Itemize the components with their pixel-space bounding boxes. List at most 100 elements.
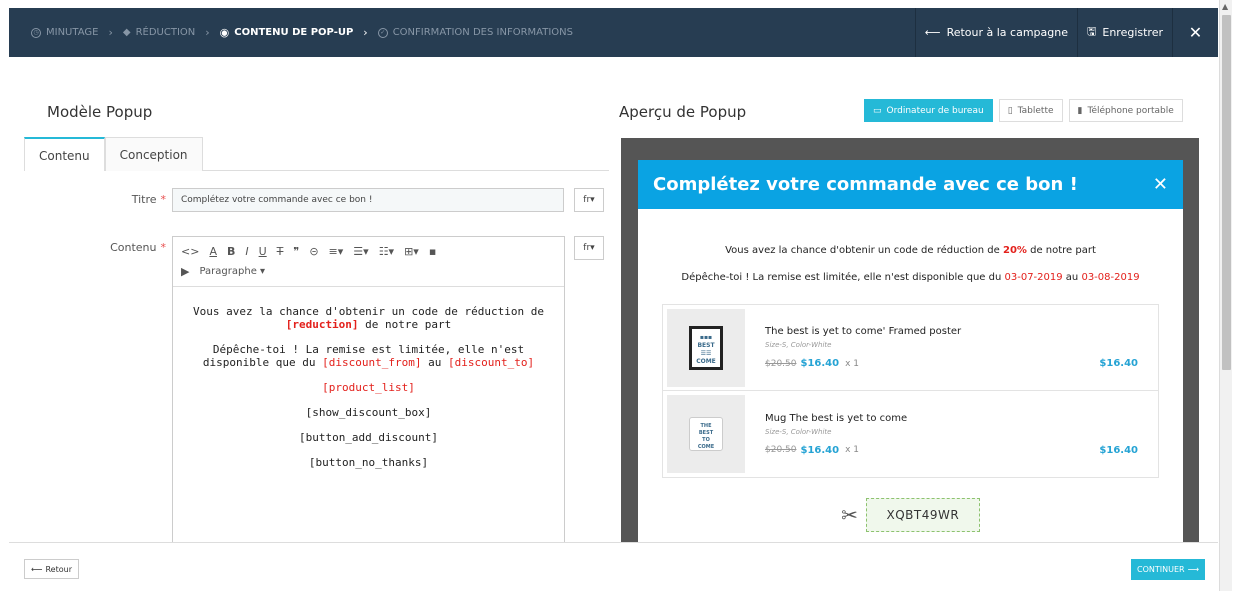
popup-line-dates: Dépêche-toi ! La remise est limitée, ell… [681,272,1140,283]
phone-icon: ▮ [1077,105,1083,116]
content-lang-select[interactable]: fr ▾ [574,236,604,260]
discount-box: ✂ XQBT49WR [646,498,1175,532]
new-price: $16.40 [800,358,840,369]
editor-product-list: [product_list] [322,381,415,394]
image-icon[interactable]: ▪ [429,245,436,258]
popup-body: Vous avez la chance d'obtenir un code de… [638,209,1183,532]
chevron-right-icon: › [363,26,368,39]
back-to-campaign-button[interactable]: ⟵ Retour à la campagne [914,8,1077,57]
step-minutage[interactable]: ◷ Minutage [31,27,98,38]
close-icon: ✕ [1188,23,1203,42]
content-label: Contenu * [110,241,166,254]
step-label: Minutage [46,27,99,38]
product-row: THE BEST TO COME Mug The best is yet to com… [663,391,1158,477]
old-price: $20.50 [765,358,797,369]
wizard-footer: ⟵ Retour Continuer ⟶ [9,542,1218,591]
arrow-right-icon: ⟶ [1187,565,1200,574]
product-attributes: Size-S, Color-White [765,341,832,349]
popup-preview-area: Complétez votre commande avec ce bon ! ✕… [621,138,1199,548]
product-list: ▪▪▪ BEST ☰☰ COME The best is yet to come' F… [662,304,1159,478]
editor-line-dates: Dépêche-toi ! La remise est limitée, ell… [202,343,535,369]
arrow-left-icon: ⟵ [31,564,43,574]
blockquote-icon[interactable]: ❞ [293,245,299,258]
desktop-view-button[interactable]: ▭ Ordinateur de bureau [864,99,993,122]
tab-conception[interactable]: Conception [104,137,203,171]
media-icon[interactable]: ▶ [181,265,189,278]
product-image: THE BEST TO COME [667,395,745,473]
caret-down-icon: ▾ [590,243,595,253]
numbered-list-icon[interactable]: ☷▾ [379,245,394,258]
editor-content[interactable]: Vous avez la chance d'obtenir un code de… [173,287,564,499]
product-quantity: x 1 [845,445,860,455]
editor-button-no-thanks: [button_no_thanks] [308,456,429,469]
product-name[interactable]: Mug The best is yet to come [765,413,1154,424]
scissors-icon: ✂ [841,503,858,527]
popup-header: Complétez votre commande avec ce bon ! ✕ [638,160,1183,209]
step-confirmation[interactable]: ✓ Confirmation des informations [377,27,573,38]
title-label: Titre * [131,193,166,206]
mug-image: THE BEST TO COME [689,417,723,451]
title-input[interactable]: Complétez votre commande avec ce bon ! [172,188,564,212]
scrollbar-thumb[interactable] [1222,15,1231,370]
device-view-switcher: ▭ Ordinateur de bureau ▯ Tablette ▮ Télépho… [864,99,1183,122]
tag-icon: ◆ [122,27,131,38]
wizard-steps: ◷ Minutage › ◆ Réduction › ◉ Contenu de … [9,26,915,39]
mobile-view-button[interactable]: ▮ Téléphone portable [1068,99,1183,122]
save-button[interactable]: 🖫 Enregistrer [1077,8,1172,57]
coupon-code[interactable]: XQBT49WR [865,498,980,532]
tablet-icon: ▯ [1007,105,1013,116]
chevron-right-icon: › [108,26,113,39]
caret-down-icon: ▾ [590,195,595,205]
italic-icon[interactable]: I [245,245,248,258]
page-scrollbar[interactable]: ▲ [1219,0,1232,591]
check-circle-icon: ✓ [377,27,388,38]
popup-preview-heading: Aperçu de Popup [619,103,747,121]
step-label: Réduction [135,27,196,38]
close-button[interactable]: ✕ [1172,8,1218,57]
popup-template-heading: Modèle Popup [47,103,153,121]
editor-line-reduction: Vous avez la chance d'obtenir un code de… [193,305,544,331]
close-icon[interactable]: ✕ [1153,174,1168,195]
bold-icon[interactable]: B [227,245,235,258]
title-lang-select[interactable]: fr ▾ [574,188,604,212]
step-popup-content[interactable]: ◉ Contenu de pop-up [220,26,354,39]
table-icon[interactable]: ⊞▾ [404,245,419,258]
product-image: ▪▪▪ BEST ☰☰ COME [667,308,745,387]
eye-icon: ◉ [219,26,230,39]
step-reduction[interactable]: ◆ Réduction [123,27,195,38]
code-view-icon[interactable]: <> [181,245,199,258]
step-label: Confirmation des informations [392,27,573,38]
editor-button-add-discount: [button_add_discount] [298,431,439,444]
link-icon[interactable]: ⊝ [309,245,318,258]
template-tabs: Contenu Conception [24,137,609,171]
product-total: $16.40 [1099,358,1138,369]
step-label: Contenu de pop-up [234,27,354,38]
tablet-view-button[interactable]: ▯ Tablette [998,99,1063,122]
underline-icon[interactable]: U [259,245,267,258]
product-attributes: Size-S, Color-White [765,427,832,436]
tab-contenu[interactable]: Contenu [24,137,105,171]
editor-show-discount-box: [show_discount_box] [305,406,432,419]
framed-poster-image: ▪▪▪ BEST ☰☰ COME [689,325,723,370]
product-quantity: x 1 [845,358,860,369]
product-total: $16.40 [1099,444,1138,456]
clock-icon: ◷ [31,27,41,38]
new-price: $16.40 [800,444,840,456]
product-row: ▪▪▪ BEST ☰☰ COME The best is yet to come' F… [663,305,1158,391]
chevron-right-icon: › [205,26,210,39]
editor-toolbar: <> A B I U T ❞ ⊝ ≡▾ ☰▾ ☷▾ ⊞▾ ▪ ▶ Paragra… [173,237,564,287]
wizard-header: ◷ Minutage › ◆ Réduction › ◉ Contenu de … [9,8,1218,57]
bullet-list-icon[interactable]: ☰▾ [353,245,368,258]
save-icon: 🖫 [1087,25,1097,38]
popup-window: Complétez votre commande avec ce bon ! ✕… [638,160,1183,548]
product-name[interactable]: The best is yet to come' Framed poster [765,326,1154,337]
arrow-left-icon: ⟵ [924,26,941,39]
paragraph-format-select[interactable]: Paragraphe ▾ [199,266,265,277]
scroll-up-icon[interactable]: ▲ [1222,2,1228,11]
continue-button[interactable]: Continuer ⟶ [1131,559,1206,580]
text-color-icon[interactable]: A [209,245,217,258]
strikethrough-icon[interactable]: T [277,245,284,258]
align-icon[interactable]: ≡▾ [329,245,344,258]
rich-text-editor[interactable]: <> A B I U T ❞ ⊝ ≡▾ ☰▾ ☷▾ ⊞▾ ▪ ▶ Paragra… [172,236,565,546]
back-button[interactable]: ⟵ Retour [24,559,79,579]
